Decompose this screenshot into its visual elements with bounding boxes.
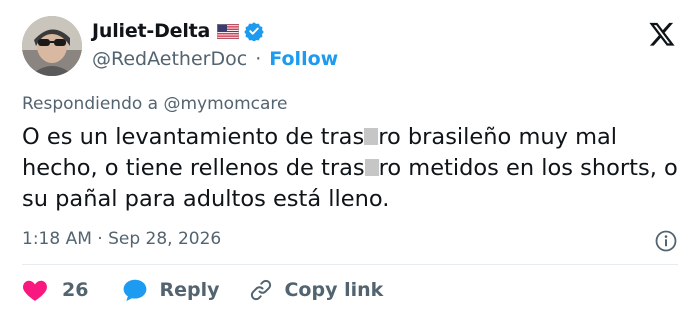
reply-bubble-icon xyxy=(124,279,147,302)
reply-label: Reply xyxy=(159,279,220,301)
like-button[interactable]: 26 xyxy=(22,278,88,302)
tweet-text: O es un levantamiento de tras ro brasileñ… xyxy=(22,122,694,215)
author-handle[interactable]: @RedAetherDoc xyxy=(92,48,247,70)
verified-badge-icon xyxy=(244,21,264,42)
tweet-timestamp[interactable]: 1:18 AM · Sep 28, 2026 xyxy=(22,229,221,249)
censor-block xyxy=(364,159,379,176)
copy-link-button[interactable]: Copy link xyxy=(249,278,383,302)
like-count: 26 xyxy=(62,279,89,301)
tweet-text-part-1: O es un levantamiento de tras xyxy=(22,124,365,150)
heart-icon xyxy=(23,280,47,301)
censor-block xyxy=(364,128,379,145)
avatar[interactable] xyxy=(22,16,82,76)
link-icon xyxy=(251,279,272,301)
separator-dot: · xyxy=(255,48,262,70)
author-name-row: Juliet-Delta xyxy=(92,20,264,42)
divider xyxy=(22,264,678,265)
follow-button[interactable]: Follow xyxy=(269,48,338,70)
author-handle-row: @RedAetherDoc · Follow xyxy=(92,48,338,70)
copy-link-label: Copy link xyxy=(284,279,384,301)
reply-context: Respondiendo a @mymomcare xyxy=(22,94,288,114)
us-flag-icon xyxy=(217,23,240,39)
action-bar: 26 Reply Copy link xyxy=(22,278,383,302)
reply-button[interactable]: Reply xyxy=(122,278,219,302)
info-icon[interactable] xyxy=(654,229,678,253)
author-display-name[interactable]: Juliet-Delta xyxy=(92,20,210,42)
x-logo-icon[interactable] xyxy=(648,20,676,48)
